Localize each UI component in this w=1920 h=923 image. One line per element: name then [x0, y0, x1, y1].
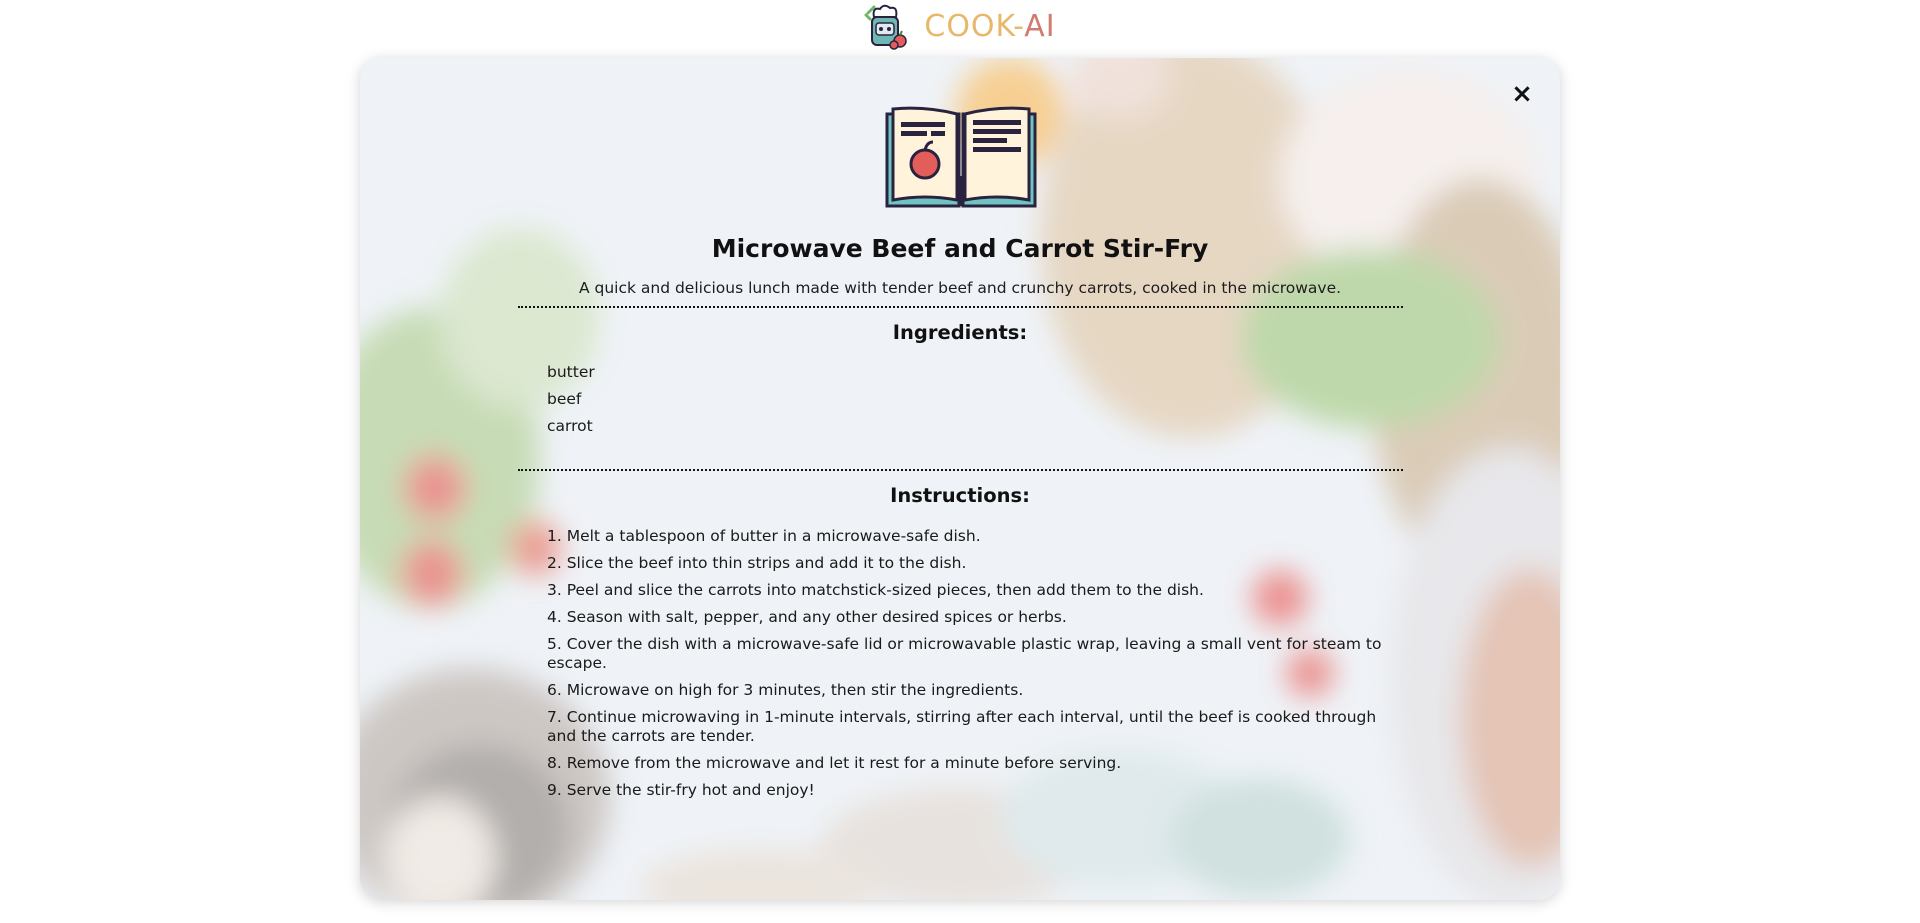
divider — [518, 469, 1403, 471]
brand-name-part1: COOK- — [924, 9, 1025, 44]
instruction-step: 8. Remove from the microwave and let it … — [547, 754, 1122, 772]
instruction-step: 7. Continue microwaving in 1-minute inte… — [547, 708, 1377, 745]
instructions-heading: Instructions: — [890, 484, 1030, 507]
instruction-step: 5. Cover the dish with a microwave-safe … — [547, 635, 1382, 672]
brand-name[interactable]: COOK-AI — [924, 12, 1055, 42]
recipe-description: A quick and delicious lunch made with te… — [578, 279, 1342, 297]
instruction-step: 1. Melt a tablespoon of butter in a micr… — [547, 527, 981, 545]
ingredient-item: butter — [547, 363, 595, 381]
instructions-list: 1. Melt a tablespoon of butter in a micr… — [547, 527, 1407, 808]
recipe-modal: × Microwave Beef and Carrot Stir-Fry A q… — [360, 58, 1560, 900]
instruction-step: 4. Season with salt, pepper, and any oth… — [547, 608, 1067, 626]
ingredient-item: beef — [547, 390, 582, 408]
instruction-step: 3. Peel and slice the carrots into match… — [547, 581, 1204, 599]
chef-robot-icon[interactable] — [864, 3, 912, 51]
divider — [518, 306, 1403, 308]
brand-name-part2: AI — [1024, 9, 1056, 44]
recipe-title: Microwave Beef and Carrot Stir-Fry — [711, 234, 1209, 263]
recipe-book-icon — [885, 106, 1037, 208]
top-bar: COOK-AI — [0, 0, 1920, 54]
recipe-content: Microwave Beef and Carrot Stir-Fry A qui… — [360, 58, 1560, 900]
instruction-step: 2. Slice the beef into thin strips and a… — [547, 554, 967, 572]
ingredients-heading: Ingredients: — [892, 321, 1028, 344]
instruction-step: 9. Serve the stir-fry hot and enjoy! — [547, 781, 815, 799]
instruction-step: 6. Microwave on high for 3 minutes, then… — [547, 681, 1024, 699]
ingredients-list: butter beef carrot — [547, 362, 595, 443]
ingredient-item: carrot — [547, 417, 593, 435]
